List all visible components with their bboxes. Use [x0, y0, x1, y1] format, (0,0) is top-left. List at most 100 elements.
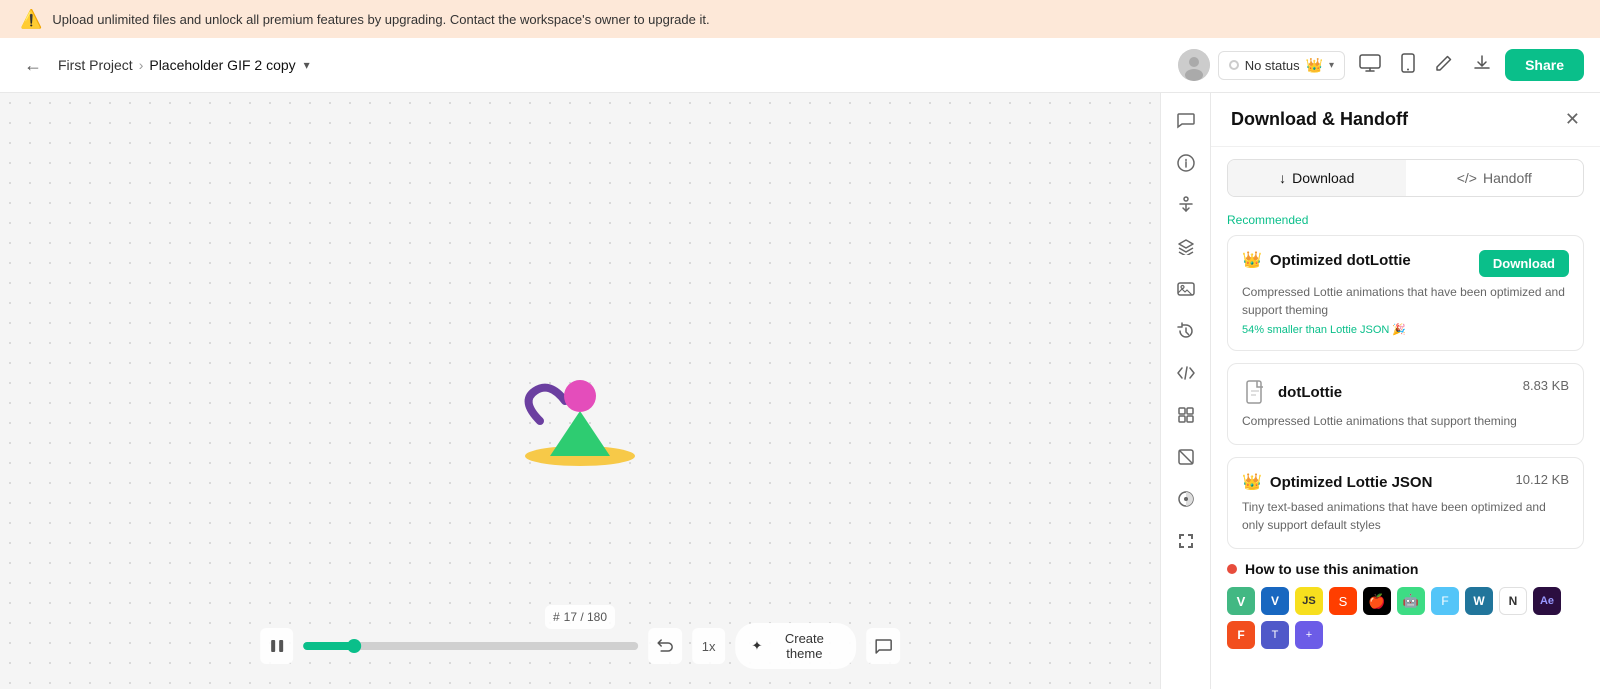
recommended-label: Recommended [1227, 213, 1584, 227]
framework-teams-icon[interactable]: T [1261, 621, 1289, 649]
download-item-json-header: 👑 Optimized Lottie JSON 10.12 KB [1242, 472, 1569, 492]
download-header-button[interactable] [1467, 48, 1497, 83]
framework-ae-icon[interactable]: Ae [1533, 587, 1561, 615]
framework-svelte-icon[interactable]: S [1329, 587, 1357, 615]
hash-symbol: # [553, 610, 560, 624]
download-handoff-panel: Download & Handoff ✕ ↓ Download </> Hand… [1210, 93, 1600, 689]
framework-more-icon[interactable]: + [1295, 621, 1323, 649]
download-item-dotlottie-header: 👑 Optimized dotLottie Download [1242, 250, 1569, 277]
breadcrumb-separator: › [139, 57, 144, 73]
download-item-lottie-json: 👑 Optimized Lottie JSON 10.12 KB Tiny te… [1227, 457, 1584, 549]
breadcrumb-dropdown-button[interactable]: ▾ [304, 58, 310, 72]
tool-info-button[interactable] [1168, 145, 1204, 181]
crown-json-icon: 👑 [1242, 472, 1262, 492]
panel-title: Download & Handoff [1231, 109, 1408, 130]
status-dot [1229, 60, 1239, 70]
timeline-bar[interactable] [304, 642, 639, 650]
play-pause-button[interactable] [260, 628, 293, 664]
breadcrumb-project[interactable]: First Project [58, 57, 133, 73]
lottie-name-row: dotLottie [1242, 378, 1342, 406]
framework-vuetify-icon[interactable]: V [1261, 587, 1289, 615]
lottie-file-icon [1242, 378, 1270, 406]
chevron-down-icon: ▾ [1329, 60, 1334, 71]
download-item-name-row: 👑 Optimized dotLottie [1242, 250, 1411, 270]
tool-transparency-button[interactable] [1168, 439, 1204, 475]
tool-theme-button[interactable] [1168, 481, 1204, 517]
tab-download[interactable]: ↓ Download [1228, 160, 1406, 196]
tool-layers-button[interactable] [1168, 229, 1204, 265]
back-button[interactable]: ← [16, 51, 50, 80]
tool-expand-button[interactable] [1168, 523, 1204, 559]
tab-handoff[interactable]: </> Handoff [1406, 160, 1584, 196]
how-to-title: How to use this animation [1245, 561, 1418, 577]
frame-display: 17 / 180 [564, 610, 607, 624]
timeline-handle[interactable] [347, 639, 361, 653]
framework-apple-icon[interactable]: 🍎 [1363, 587, 1391, 615]
download-dotlottie-button[interactable]: Download [1479, 250, 1569, 277]
download-tab-icon: ↓ [1279, 170, 1286, 186]
canvas-area: # 17 / 180 1x ✦ Crea [0, 93, 1160, 689]
header: ← First Project › Placeholder GIF 2 copy… [0, 38, 1600, 93]
user-avatar[interactable] [1178, 49, 1210, 81]
item-name-json: Optimized Lottie JSON [1270, 474, 1433, 491]
tool-accessibility-button[interactable] [1168, 187, 1204, 223]
handoff-tab-icon: </> [1457, 170, 1477, 186]
framework-flutter-icon[interactable]: F [1431, 587, 1459, 615]
close-panel-button[interactable]: ✕ [1565, 109, 1580, 130]
item-desc-dotlottie: Compressed Lottie animations that have b… [1242, 283, 1569, 319]
item-name-dotlottie: Optimized dotLottie [1270, 252, 1411, 269]
framework-notion-icon[interactable]: N [1499, 587, 1527, 615]
edit-button[interactable] [1429, 48, 1459, 83]
item-desc-json: Tiny text-based animations that have bee… [1242, 498, 1569, 534]
panel-header: Download & Handoff ✕ [1211, 93, 1600, 147]
tool-image-button[interactable] [1168, 271, 1204, 307]
tool-code-button[interactable] [1168, 355, 1204, 391]
download-item-lottie-header: dotLottie 8.83 KB [1242, 378, 1569, 406]
sparkle-icon: ✦ [751, 638, 762, 654]
mobile-view-button[interactable] [1395, 47, 1421, 84]
json-name-row: 👑 Optimized Lottie JSON [1242, 472, 1432, 492]
download-item-dotlottie: 👑 Optimized dotLottie Download Compresse… [1227, 235, 1584, 351]
header-actions: No status 👑 ▾ [1178, 47, 1584, 84]
share-button[interactable]: Share [1505, 49, 1584, 81]
comment-button[interactable] [866, 628, 899, 664]
tool-comment-button[interactable] [1168, 103, 1204, 139]
create-theme-button[interactable]: ✦ Create theme [735, 623, 856, 669]
framework-js-icon[interactable]: JS [1295, 587, 1323, 615]
how-to-dot-icon [1227, 564, 1237, 574]
loop-button[interactable] [648, 628, 681, 664]
crown-dotlottie-icon: 👑 [1242, 250, 1262, 270]
breadcrumb-file[interactable]: Placeholder GIF 2 copy [149, 57, 295, 73]
upgrade-banner: ⚠️ Upload unlimited files and unlock all… [0, 0, 1600, 38]
desktop-view-button[interactable] [1353, 48, 1387, 83]
framework-wordpress-icon[interactable]: W [1465, 587, 1493, 615]
status-label: No status [1245, 58, 1300, 73]
banner-message: Upload unlimited files and unlock all pr… [52, 12, 709, 27]
animation-preview [480, 301, 680, 481]
panel-content: Recommended 👑 Optimized dotLottie Downlo… [1211, 209, 1600, 689]
crown-icon: 👑 [1306, 57, 1323, 74]
framework-android-icon[interactable]: 🤖 [1397, 587, 1425, 615]
download-item-lottie: dotLottie 8.83 KB Compressed Lottie anim… [1227, 363, 1584, 445]
item-name-lottie: dotLottie [1278, 384, 1342, 401]
how-to-section: How to use this animation V V JS S 🍎 🤖 [1227, 561, 1584, 649]
how-to-header: How to use this animation [1227, 561, 1584, 577]
tool-history-button[interactable] [1168, 313, 1204, 349]
tool-transform-button[interactable] [1168, 397, 1204, 433]
status-button[interactable]: No status 👑 ▾ [1218, 51, 1345, 80]
item-size-json: 10.12 KB [1516, 472, 1570, 487]
breadcrumb: First Project › Placeholder GIF 2 copy ▾ [58, 57, 310, 73]
right-tools-sidebar [1160, 93, 1210, 689]
main-layout: # 17 / 180 1x ✦ Crea [0, 93, 1600, 689]
playback-controls: 1x ✦ Create theme [260, 623, 900, 669]
warning-icon: ⚠️ [20, 9, 42, 30]
lottie-animation [480, 301, 680, 481]
speed-button[interactable]: 1x [692, 628, 726, 664]
panel-tabs: ↓ Download </> Handoff [1227, 159, 1584, 197]
tab-download-label: Download [1292, 170, 1354, 186]
framework-figma-icon[interactable]: F [1227, 621, 1255, 649]
create-theme-label: Create theme [768, 631, 840, 661]
item-desc-lottie: Compressed Lottie animations that suppor… [1242, 412, 1569, 430]
framework-vue-icon[interactable]: V [1227, 587, 1255, 615]
item-size-lottie: 8.83 KB [1523, 378, 1569, 393]
